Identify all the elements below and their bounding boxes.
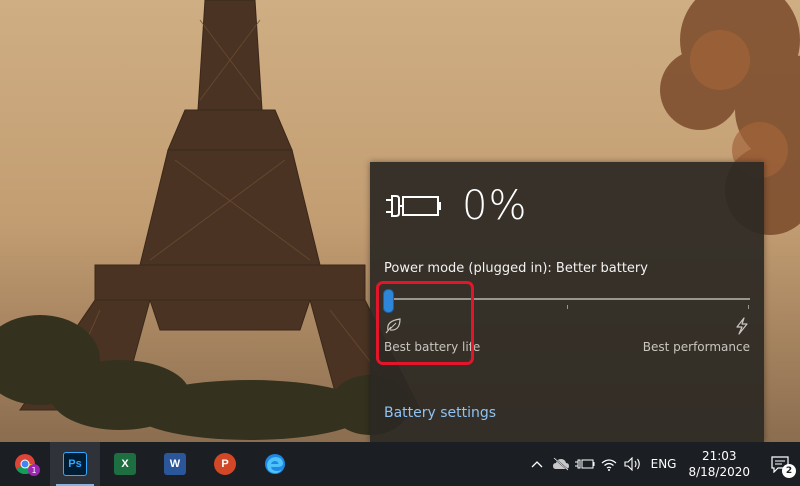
photoshop-icon: Ps: [63, 452, 87, 476]
excel-icon: X: [114, 453, 136, 475]
cloud-offline-icon[interactable]: [549, 442, 573, 486]
taskbar-app-chrome[interactable]: 1: [0, 442, 50, 486]
taskbar-app-excel[interactable]: X: [100, 442, 150, 486]
lightning-bolt-icon: [734, 317, 750, 335]
annotation-highlight-box: [376, 281, 474, 365]
power-mode-label: Power mode (plugged in): Better battery: [384, 261, 648, 276]
wifi-icon[interactable]: [597, 442, 621, 486]
slider-tick: [748, 305, 749, 309]
taskbar-app-photoshop[interactable]: Ps: [50, 442, 100, 486]
battery-plugged-icon: [384, 191, 442, 221]
powerpoint-icon: P: [214, 453, 236, 475]
volume-icon[interactable]: [621, 442, 645, 486]
system-tray: ENG 21:03 8/18/2020 2: [525, 442, 800, 486]
taskbar-app-word[interactable]: W: [150, 442, 200, 486]
battery-tray-icon[interactable]: [573, 442, 597, 486]
slider-tick: [567, 305, 568, 309]
input-language-indicator[interactable]: ENG: [645, 457, 683, 471]
battery-percent: 0%: [462, 183, 528, 229]
clock-time: 21:03: [701, 449, 737, 463]
battery-status-row: 0%: [384, 183, 528, 229]
taskbar-app-edge[interactable]: [250, 442, 300, 486]
notification-count-badge: 2: [782, 464, 796, 478]
taskbar: 1 Ps X W P ENG 21:03 8/18/2020 2: [0, 442, 800, 486]
word-icon: W: [164, 453, 186, 475]
chrome-badge: 1: [28, 464, 40, 476]
battery-settings-link[interactable]: Battery settings: [384, 405, 496, 421]
taskbar-app-powerpoint[interactable]: P: [200, 442, 250, 486]
taskbar-clock[interactable]: 21:03 8/18/2020: [682, 448, 760, 480]
best-performance-label: Best performance: [642, 340, 750, 354]
edge-icon: [265, 454, 285, 474]
clock-date: 8/18/2020: [688, 465, 750, 479]
action-center-button[interactable]: 2: [760, 442, 800, 486]
show-hidden-icons-chevron-up-icon[interactable]: [525, 442, 549, 486]
